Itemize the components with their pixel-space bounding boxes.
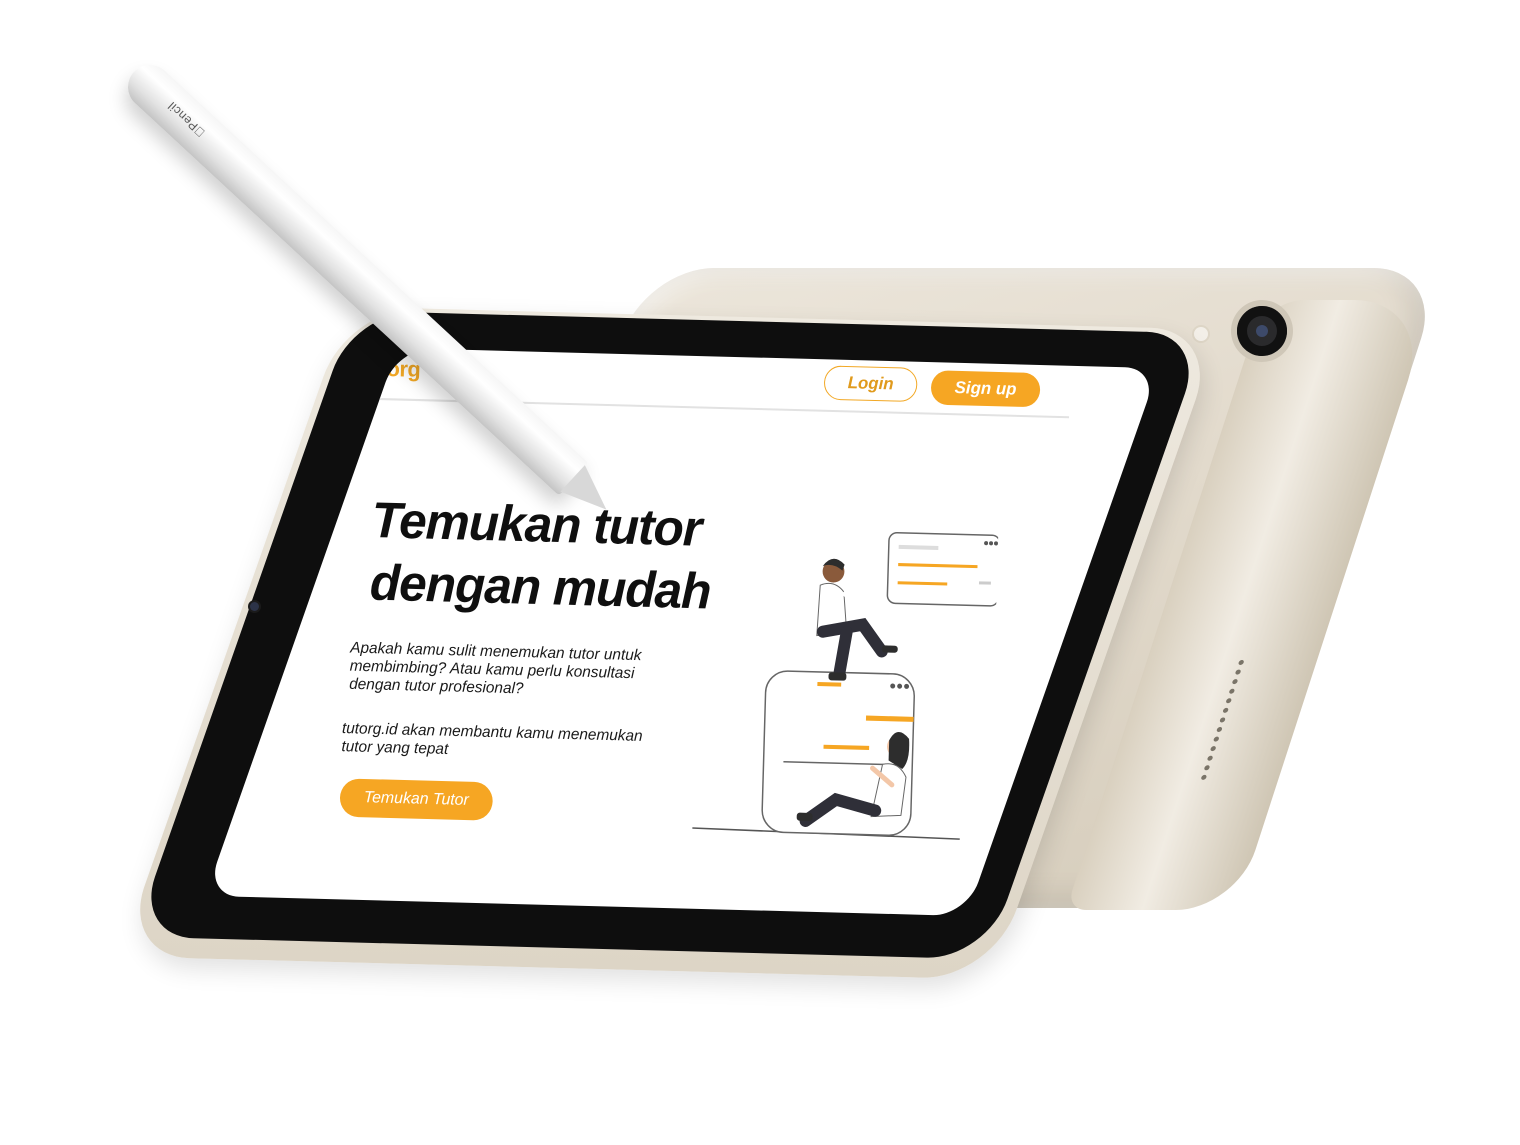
hero-description-2: tutorg.id akan membantu kamu menemukan t… [341, 719, 643, 758]
rear-camera-icon [1237, 306, 1287, 356]
pencil-brand-text: Pencil [165, 98, 201, 134]
hero-illustration [692, 531, 999, 840]
pencil-brand-label: Pencil [165, 99, 208, 140]
top-card [886, 531, 999, 607]
login-button[interactable]: Login [823, 365, 918, 403]
hero-title-line-1: Temukan tutor [370, 491, 703, 557]
hero-title: Temukan tutor dengan mudah [369, 489, 729, 623]
hero-description: Apakah kamu sulit menemukan tutor untuk … [348, 639, 642, 698]
find-tutor-button[interactable]: Temukan Tutor [339, 778, 494, 821]
signup-button[interactable]: Sign up [930, 370, 1041, 408]
hero-title-line-2: dengan mudah [369, 554, 712, 620]
web-page: tutorg Login Sign up Temukan tutor denga… [293, 348, 1071, 916]
front-camera-icon [250, 602, 259, 611]
flash-icon [1194, 327, 1208, 341]
